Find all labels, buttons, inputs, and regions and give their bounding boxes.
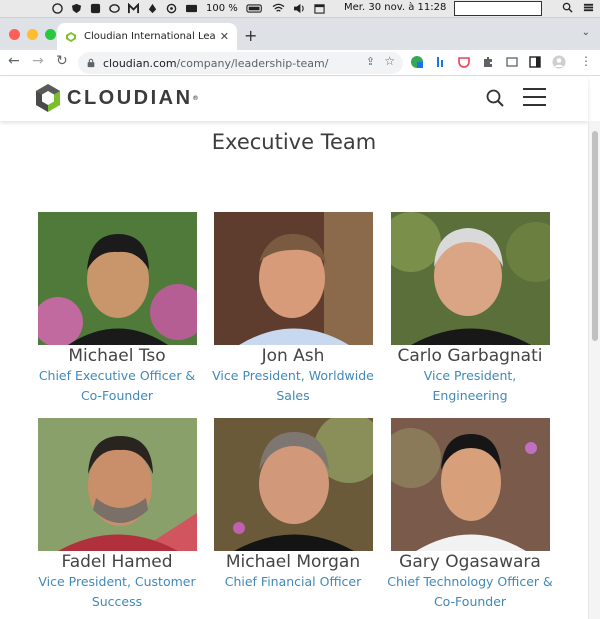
profile-avatar-icon[interactable]: [552, 55, 566, 69]
section-title: Executive Team: [211, 130, 377, 154]
site-header: CLOUDIAN ®: [0, 77, 588, 121]
malwarebytes-icon[interactable]: [128, 3, 139, 14]
forward-button[interactable]: →: [32, 53, 44, 69]
member-name: Michael Morgan: [225, 552, 361, 572]
member-name: Michael Tso: [68, 346, 166, 366]
menubar-search-field[interactable]: [454, 1, 542, 16]
pocket-extension-icon[interactable]: [457, 55, 471, 69]
team-member-card[interactable]: Michael Tso Chief Executive Officer & Co-…: [32, 212, 202, 406]
site-search-icon[interactable]: [486, 89, 504, 107]
hamburger-menu-icon[interactable]: [523, 88, 546, 106]
battery-icon[interactable]: [246, 3, 264, 14]
close-window-button[interactable]: [9, 29, 20, 40]
url-host: cloudian.com: [103, 56, 177, 70]
battery-percent: 100 %: [206, 3, 238, 14]
shield-icon[interactable]: [71, 3, 82, 14]
keyboard-icon[interactable]: [185, 3, 198, 14]
control-center-icon[interactable]: [583, 2, 594, 13]
analytics-extension-icon[interactable]: [434, 55, 448, 69]
member-photo[interactable]: [390, 418, 550, 551]
team-member-card[interactable]: Gary Ogasawara Chief Technology Officer …: [385, 418, 555, 612]
cast-icon[interactable]: [505, 55, 519, 69]
cloud-sync-icon[interactable]: [52, 3, 63, 14]
member-photo[interactable]: [213, 418, 373, 551]
member-role: Vice President, Worldwide Sales: [212, 368, 374, 403]
minimize-window-button[interactable]: [27, 29, 38, 40]
menubar-datetime[interactable]: Mer. 30 nov. à 11:28: [344, 2, 446, 13]
cloudian-logo-mark-icon: [36, 84, 60, 112]
member-photo[interactable]: [37, 212, 197, 345]
cloudian-logo[interactable]: CLOUDIAN ®: [34, 83, 199, 113]
page-scrollbar[interactable]: [588, 121, 600, 619]
team-member-card[interactable]: Jon Ash Vice President, Worldwide Sales: [208, 212, 378, 406]
url-path: /company/leadership-team/: [176, 56, 329, 70]
member-role: Vice President, Engineering: [423, 368, 517, 403]
translate-extension-icon[interactable]: [410, 55, 424, 69]
lock-icon[interactable]: [86, 58, 96, 68]
volume-icon[interactable]: [293, 3, 306, 14]
member-role: Chief Financial Officer: [224, 574, 362, 589]
browser-toolbar: ← → ↻ cloudian.com/company/leadership-te…: [0, 50, 600, 76]
browser-tab-strip: Cloudian International Leadersh ✕ + ⌄: [0, 18, 600, 50]
back-button[interactable]: ←: [8, 53, 20, 69]
extensions-puzzle-icon[interactable]: [481, 55, 495, 69]
team-member-card[interactable]: Carlo Garbagnati Vice President, Engineer…: [385, 212, 555, 406]
side-panel-icon[interactable]: [528, 55, 542, 69]
reload-button[interactable]: ↻: [56, 53, 68, 69]
member-photo[interactable]: [390, 212, 550, 345]
member-name: Carlo Garbagnati: [397, 346, 543, 366]
member-photo[interactable]: [213, 212, 373, 345]
window-controls: [9, 29, 56, 40]
tab-title: Cloudian International Leadersh: [84, 31, 216, 42]
team-member-card[interactable]: Fadel Hamed Vice President, Customer Succ…: [32, 418, 202, 612]
scrollbar-thumb[interactable]: [592, 131, 598, 341]
spotlight-search-icon[interactable]: [562, 2, 573, 13]
zoom-window-button[interactable]: [45, 29, 56, 40]
new-tab-button[interactable]: +: [244, 26, 257, 45]
member-name: Jon Ash: [261, 346, 325, 366]
member-role: Vice President, Customer Success: [38, 574, 196, 609]
browser-menu-icon[interactable]: ⋮: [580, 54, 592, 68]
member-photo[interactable]: [37, 418, 197, 551]
team-member-card[interactable]: Michael Morgan Chief Financial Officer: [208, 418, 378, 592]
calendar-icon[interactable]: [314, 3, 325, 14]
tab-cloudian[interactable]: Cloudian International Leadersh ✕: [57, 23, 237, 50]
wifi-icon[interactable]: [272, 3, 285, 14]
bolt-icon[interactable]: [147, 3, 158, 14]
cloudian-favicon-icon: [66, 31, 76, 42]
app-icon[interactable]: [90, 3, 101, 14]
tab-search-chevron-icon[interactable]: ⌄: [582, 27, 590, 38]
address-bar[interactable]: cloudian.com/company/leadership-team/ ⇪ …: [78, 52, 403, 74]
member-role: Chief Executive Officer & Co-Founder: [38, 368, 196, 403]
chat-icon[interactable]: [109, 3, 120, 14]
logo-text: CLOUDIAN: [67, 86, 193, 109]
wheel-icon[interactable]: [166, 3, 177, 14]
member-name: Gary Ogasawara: [399, 552, 541, 572]
trademark-mark: ®: [192, 94, 199, 102]
member-role: Chief Technology Officer & Co-Founder: [387, 574, 553, 609]
macos-menubar: 100 % Mer. 30 nov. à 11:28: [0, 0, 600, 18]
member-name: Fadel Hamed: [61, 552, 173, 572]
bookmark-star-icon[interactable]: ☆: [384, 54, 395, 68]
close-tab-icon[interactable]: ✕: [220, 30, 229, 43]
share-icon[interactable]: ⇪: [366, 55, 375, 68]
